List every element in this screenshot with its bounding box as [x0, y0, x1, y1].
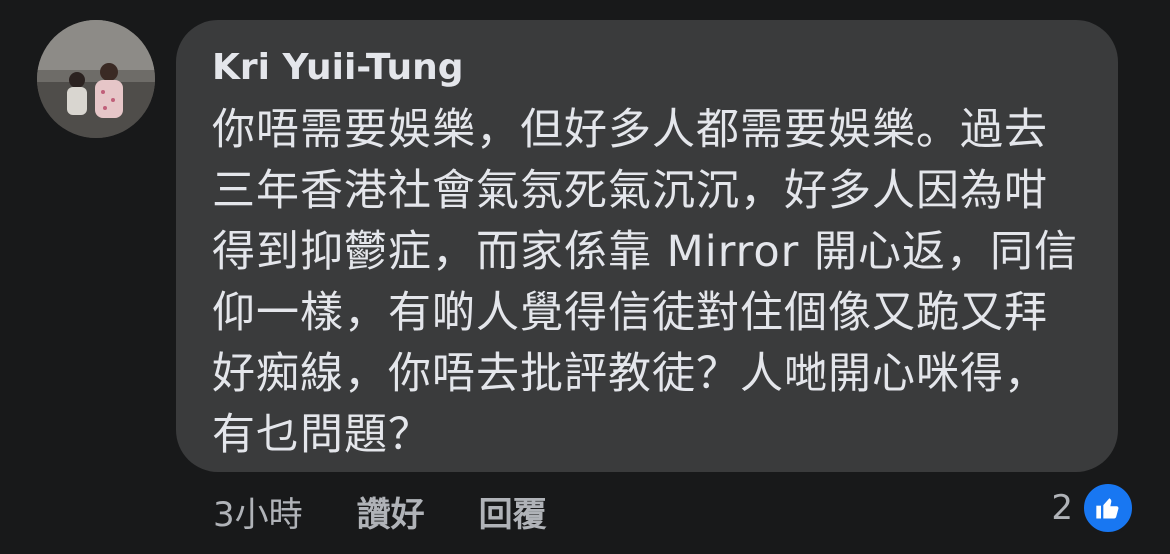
comment-text-line: 你唔需要娛樂，但好多人都需要娛樂。過去	[212, 105, 1048, 155]
comment-text-line: 得到抑鬱症，而家係靠 Mirror 開心返，同信	[212, 227, 1079, 277]
comment-text: 你唔需要娛樂，但好多人都需要娛樂。過去 三年香港社會氣氛死氣沉沉，好多人因為咁 …	[212, 100, 1092, 466]
avatar-photo	[37, 20, 155, 138]
like-button[interactable]: 讚好	[357, 487, 425, 536]
comment-bubble: Kri Yuii-Tung 你唔需要娛樂，但好多人都需要娛樂。過去 三年香港社會…	[176, 20, 1118, 472]
reactions-summary[interactable]: 2	[1051, 481, 1135, 535]
thumbs-up-icon	[1081, 481, 1135, 535]
comment-text-line: 好痴線，你唔去批評教徒？人哋開心咪得，	[212, 349, 1048, 399]
comment-text-line: 有乜問題？	[212, 410, 432, 460]
reply-button[interactable]: 回覆	[479, 487, 547, 536]
avatar[interactable]	[37, 20, 155, 138]
comment-text-line: 三年香港社會氣氛死氣沉沉，好多人因為咁	[212, 166, 1048, 216]
comment-author[interactable]: Kri Yuii-Tung	[212, 45, 464, 91]
comment-text-line: 仰一樣，有啲人覺得信徒對住個像又跪又拜	[212, 288, 1048, 338]
comment-actions: 3小時 讚好 回覆	[213, 487, 547, 536]
comment-timestamp[interactable]: 3小時	[213, 487, 303, 536]
reaction-count: 2	[1051, 488, 1073, 528]
